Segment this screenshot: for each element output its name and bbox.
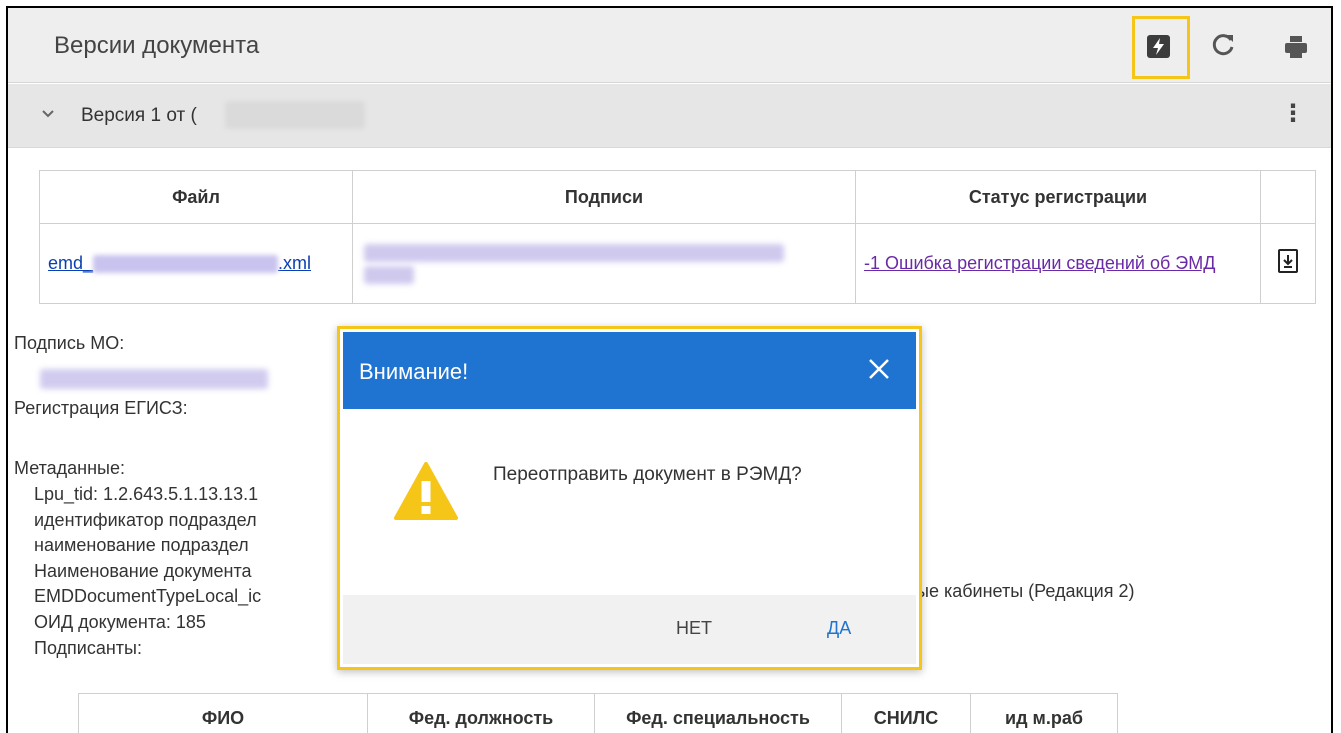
- col-fed-specialty: Фед. специальность: [594, 693, 842, 733]
- refresh-icon[interactable]: [1211, 32, 1237, 58]
- col-fed-position: Фед. должность: [367, 693, 595, 733]
- status-cell: -1 Ошибка регистрации сведений об ЭМД: [855, 223, 1261, 304]
- yes-button[interactable]: ДА: [827, 618, 851, 639]
- redacted-date: [225, 101, 365, 129]
- col-actions: [1260, 170, 1316, 224]
- download-cell: [1260, 223, 1316, 304]
- meta-lpu-tid: Lpu_tid: 1.2.643.5.1.13.13.1: [34, 484, 259, 504]
- redacted-mo-signature: [40, 369, 268, 389]
- dialog-header: Внимание!: [343, 332, 916, 409]
- panel-header: Версии документа: [8, 8, 1331, 83]
- file-link[interactable]: emd_ .xml: [48, 253, 311, 274]
- metadata-label: Метаданные:: [14, 458, 126, 478]
- download-icon[interactable]: [1278, 249, 1298, 273]
- meta-doc-name: Наименование документа: [34, 561, 252, 581]
- col-status: Статус регистрации: [855, 170, 1261, 224]
- signers-label: Подписанты:: [34, 638, 142, 658]
- redacted-filename: [93, 255, 279, 274]
- chevron-down-icon[interactable]: [41, 106, 55, 122]
- dialog-body: Переотправить документ в РЭМД?: [343, 409, 916, 595]
- status-link[interactable]: -1 Ошибка регистрации сведений об ЭМД: [864, 253, 1215, 273]
- redacted-signature: [364, 265, 414, 284]
- meta-dept-name: наименование подраздел: [34, 535, 249, 555]
- flash-icon[interactable]: [1147, 35, 1170, 58]
- meta-emd-type: EMDDocumentTypeLocal_ic: [34, 586, 262, 606]
- col-fio: ФИО: [78, 693, 368, 733]
- signers-table: ФИО Фед. должность Фед. специальность СН…: [78, 693, 1118, 733]
- document-versions-panel: Версии документа Версия 1 от ( ⋮ Файл По…: [6, 6, 1333, 733]
- warning-icon: [393, 461, 459, 521]
- table-row: emd_ .xml -1 Ошибка регистрации сведений …: [39, 223, 1316, 304]
- dialog-title: Внимание!: [359, 359, 469, 384]
- close-icon[interactable]: [865, 355, 893, 383]
- file-cell: emd_ .xml: [39, 223, 353, 304]
- dialog-message: Переотправить документ в РЭМД?: [493, 464, 802, 485]
- meta-dept-id: идентификатор подраздел: [34, 510, 257, 530]
- confirm-dialog: Внимание! Переотправить документ в РЭМД?…: [337, 326, 922, 670]
- mo-signature-label: Подпись МО:: [14, 333, 125, 353]
- meta-doc-name-tail: ые кабинеты (Редакция 2): [916, 581, 1135, 601]
- version-row[interactable]: Версия 1 от ( ⋮: [8, 84, 1331, 148]
- egisz-label: Регистрация ЕГИСЗ:: [14, 398, 188, 418]
- no-button[interactable]: НЕТ: [676, 618, 712, 639]
- col-signatures: Подписи: [352, 170, 856, 224]
- files-table: Файл Подписи Статус регистрации emd_ .xml: [39, 170, 1316, 304]
- version-label: Версия 1 от (: [81, 105, 197, 126]
- col-workplace-id: ид м.раб: [970, 693, 1118, 733]
- more-options-icon[interactable]: ⋮: [1281, 102, 1305, 126]
- panel-title: Версии документа: [54, 32, 260, 59]
- redacted-signature: [364, 243, 784, 262]
- dialog-footer: НЕТ ДА: [343, 595, 916, 664]
- col-file: Файл: [39, 170, 353, 224]
- print-icon[interactable]: [1283, 34, 1309, 60]
- col-snils: СНИЛС: [841, 693, 971, 733]
- meta-oid: ОИД документа: 185: [34, 612, 206, 632]
- signatures-cell: [352, 223, 856, 304]
